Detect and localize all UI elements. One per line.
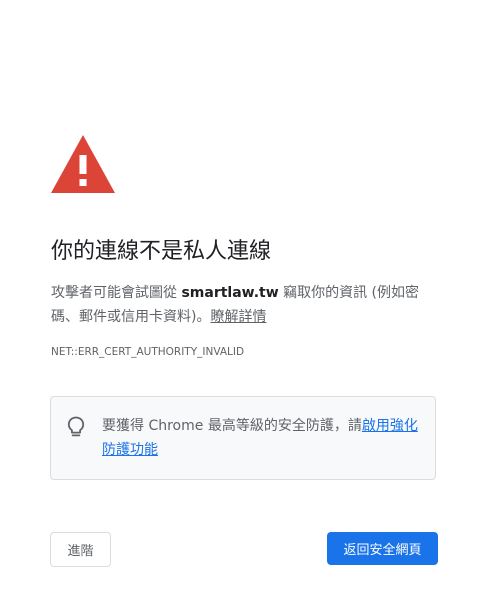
page-title: 你的連線不是私人連線 (51, 239, 272, 264)
advanced-button[interactable]: 進階 (50, 532, 111, 567)
warning-triangle-icon (51, 135, 115, 193)
enhanced-protection-text: 要獲得 Chrome 最高等級的安全防護，請啟用強化防護功能 (102, 414, 424, 462)
learn-more-link[interactable]: 瞭解詳情 (210, 309, 266, 325)
enhanced-protection-box: 要獲得 Chrome 最高等級的安全防護，請啟用強化防護功能 (50, 396, 436, 480)
explanation-text-before: 攻擊者可能會試圖從 (51, 285, 182, 301)
lightbulb-icon (67, 416, 85, 437)
back-to-safety-button[interactable]: 返回安全網頁 (327, 532, 438, 565)
main-explanation: 攻擊者可能會試圖從 smartlaw.tw 竊取你的資訊 (例如密碼、郵件或信用… (51, 281, 441, 329)
enhanced-protection-message: 要獲得 Chrome 最高等級的安全防護，請 (102, 418, 362, 434)
error-code: NET::ERR_CERT_AUTHORITY_INVALID (51, 346, 245, 358)
domain-name: smartlaw.tw (181, 285, 279, 301)
